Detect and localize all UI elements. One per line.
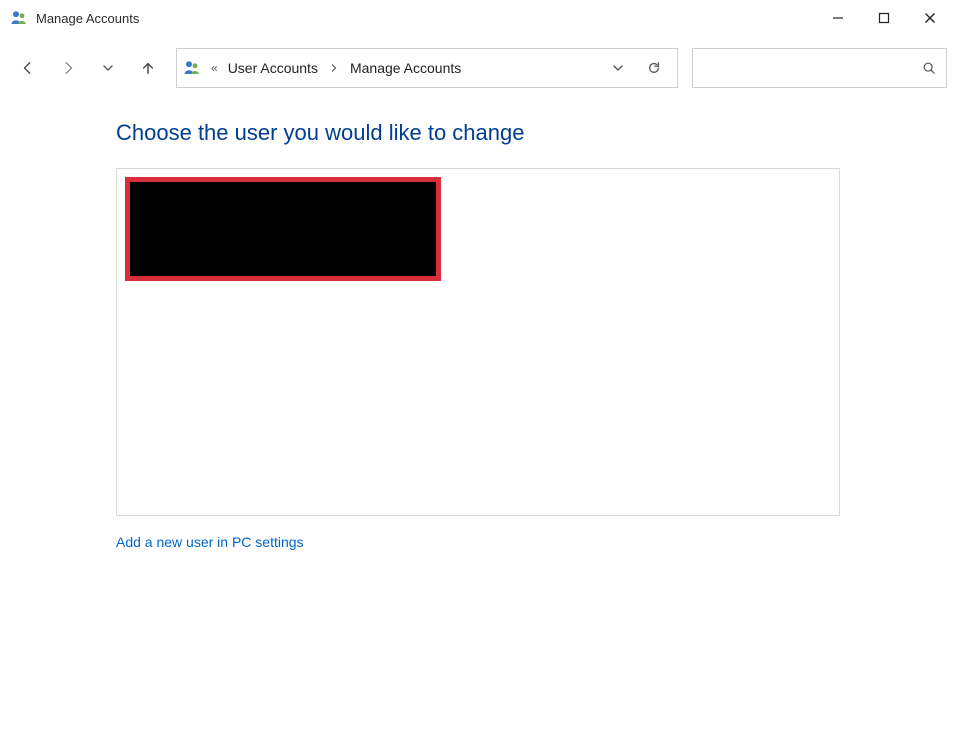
- add-user-link[interactable]: Add a new user in PC settings: [116, 534, 304, 550]
- breadcrumb-user-accounts[interactable]: User Accounts: [226, 58, 320, 78]
- address-bar[interactable]: « User Accounts Manage Accounts: [176, 48, 678, 88]
- content-area: Choose the user you would like to change…: [0, 90, 957, 552]
- recent-locations-button[interactable]: [90, 50, 126, 86]
- breadcrumb-manage-accounts[interactable]: Manage Accounts: [348, 58, 463, 78]
- search-box[interactable]: [692, 48, 947, 88]
- close-button[interactable]: [907, 2, 953, 34]
- titlebar: Manage Accounts: [0, 0, 957, 36]
- chevron-right-icon[interactable]: [324, 61, 344, 75]
- control-panel-icon: [183, 59, 201, 77]
- window-title: Manage Accounts: [36, 11, 139, 26]
- maximize-button[interactable]: [861, 2, 907, 34]
- forward-button[interactable]: [50, 50, 86, 86]
- minimize-button[interactable]: [815, 2, 861, 34]
- navigation-row: « User Accounts Manage Accounts: [0, 46, 957, 90]
- up-button[interactable]: [130, 50, 166, 86]
- accounts-list: [116, 168, 840, 516]
- address-dropdown-button[interactable]: [601, 51, 635, 85]
- search-input[interactable]: [693, 49, 946, 87]
- refresh-button[interactable]: [637, 51, 671, 85]
- page-heading: Choose the user you would like to change: [116, 120, 957, 146]
- search-icon[interactable]: [922, 61, 936, 75]
- account-tile[interactable]: [125, 177, 441, 281]
- breadcrumb-overflow-icon[interactable]: «: [207, 61, 222, 75]
- back-button[interactable]: [10, 50, 46, 86]
- window-controls: [815, 2, 953, 34]
- user-accounts-icon: [10, 9, 28, 27]
